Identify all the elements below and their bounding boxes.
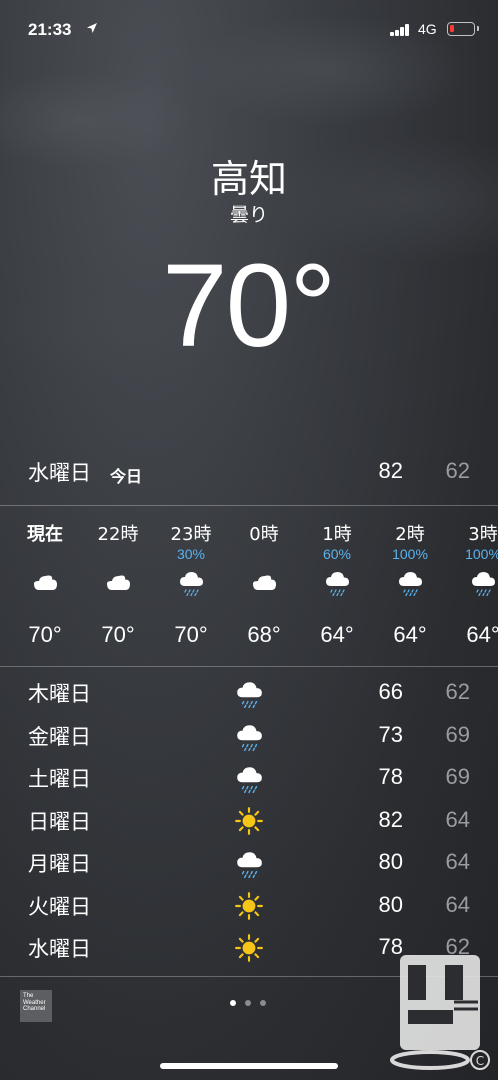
location-arrow-icon xyxy=(87,23,97,33)
today-high: 82 xyxy=(378,458,403,483)
hour-label: 3時 xyxy=(468,524,498,545)
day-row: 木曜日 66 62 xyxy=(0,672,498,714)
sun-icon xyxy=(234,933,264,963)
rain-cloud-icon xyxy=(323,568,351,597)
hour-item: 0時 68° xyxy=(227,506,301,664)
page-dot xyxy=(260,1000,266,1006)
precip-probability: 30% xyxy=(176,546,206,562)
page-indicator[interactable] xyxy=(230,1000,270,1008)
day-row: 月曜日 80 64 xyxy=(0,842,498,884)
status-time: 21:33 xyxy=(28,20,72,39)
current-temperature: 70° xyxy=(162,240,336,372)
watermark-logo: C xyxy=(390,955,490,1070)
day-low: 64 xyxy=(445,891,470,917)
day-row: 土曜日 78 69 xyxy=(0,757,498,799)
hourly-forecast[interactable]: 現在 70° 22時 70° 23時 30% 70° 0時 68° 1時 60% 64° 2時 100% 6… xyxy=(0,506,498,664)
day-high: 82 xyxy=(378,806,403,832)
page-dot xyxy=(245,1000,251,1006)
hour-item: 3時 100% 64° xyxy=(446,506,498,664)
day-low: 69 xyxy=(445,721,470,747)
day-row: 日曜日 82 64 xyxy=(0,800,498,842)
hour-temp: 70° xyxy=(101,622,135,647)
day-low: 62 xyxy=(445,679,470,704)
day-name: 土曜日 xyxy=(28,767,91,791)
rain-cloud-icon xyxy=(234,848,264,879)
hour-label: 2時 xyxy=(395,524,425,545)
day-low: 64 xyxy=(445,806,470,832)
hour-temp: 70° xyxy=(28,622,62,647)
rain-cloud-icon xyxy=(234,763,264,794)
hour-item: 2時 100% 64° xyxy=(373,506,447,664)
sun-icon xyxy=(234,891,264,921)
svg-text:C: C xyxy=(476,1054,484,1068)
today-summary: 水曜日 今日 82 62 xyxy=(0,455,498,491)
hour-temp: 64° xyxy=(393,622,427,647)
hour-temp: 64° xyxy=(320,622,354,647)
cloud-icon xyxy=(104,568,132,596)
today-day: 水曜日 xyxy=(28,461,91,485)
hour-item: 22時 70° xyxy=(81,506,155,664)
day-name: 水曜日 xyxy=(28,937,91,961)
today-low: 62 xyxy=(445,458,470,483)
cloud-icon xyxy=(250,568,278,596)
signal-strength-icon xyxy=(390,24,412,36)
hour-item: 現在 70° xyxy=(8,506,82,664)
day-high: 78 xyxy=(378,764,403,789)
hour-label: 0時 xyxy=(249,524,279,545)
rain-cloud-icon xyxy=(469,568,497,597)
hour-label: 22時 xyxy=(97,524,139,545)
today-label: 今日 xyxy=(110,467,143,486)
rain-cloud-icon xyxy=(234,721,264,751)
city-name: 高知 xyxy=(210,157,287,201)
cloud-icon xyxy=(31,568,59,596)
day-low: 69 xyxy=(445,764,470,789)
day-row: 金曜日 73 69 xyxy=(0,715,498,757)
day-name: 月曜日 xyxy=(28,852,91,876)
day-high: 80 xyxy=(378,849,403,874)
rain-cloud-icon xyxy=(396,568,424,597)
rain-cloud-icon xyxy=(177,568,205,597)
day-name: 木曜日 xyxy=(28,682,91,706)
hour-label: 現在 xyxy=(27,524,63,545)
day-high: 66 xyxy=(378,679,403,704)
battery-icon xyxy=(447,22,479,36)
divider xyxy=(0,666,498,667)
sun-icon xyxy=(234,806,264,836)
day-high: 80 xyxy=(378,891,403,917)
hour-temp: 64° xyxy=(466,622,498,647)
page-dot xyxy=(230,1000,236,1006)
rain-cloud-icon xyxy=(234,678,264,709)
hour-temp: 70° xyxy=(174,622,208,647)
precip-probability: 100% xyxy=(465,546,498,562)
hour-item: 23時 30% 70° xyxy=(154,506,228,664)
network-type: 4G xyxy=(418,21,437,37)
day-row: 火曜日 80 64 xyxy=(0,885,498,927)
day-name: 金曜日 xyxy=(28,724,91,749)
day-name: 日曜日 xyxy=(28,809,91,834)
hour-temp: 68° xyxy=(247,622,281,647)
weather-channel-logo[interactable]: The Weather Channel xyxy=(20,990,52,1022)
status-bar: 21:33 4G xyxy=(0,0,498,50)
weather-condition: 曇り xyxy=(229,204,268,226)
home-indicator[interactable] xyxy=(160,1063,338,1069)
hour-label: 1時 xyxy=(322,524,352,545)
precip-probability: 100% xyxy=(392,546,428,562)
hour-item: 1時 60% 64° xyxy=(300,506,374,664)
day-low: 64 xyxy=(445,849,470,874)
hour-label: 23時 xyxy=(170,524,212,545)
precip-probability: 60% xyxy=(322,546,352,562)
day-name: 火曜日 xyxy=(28,894,91,919)
day-high: 73 xyxy=(378,721,403,747)
